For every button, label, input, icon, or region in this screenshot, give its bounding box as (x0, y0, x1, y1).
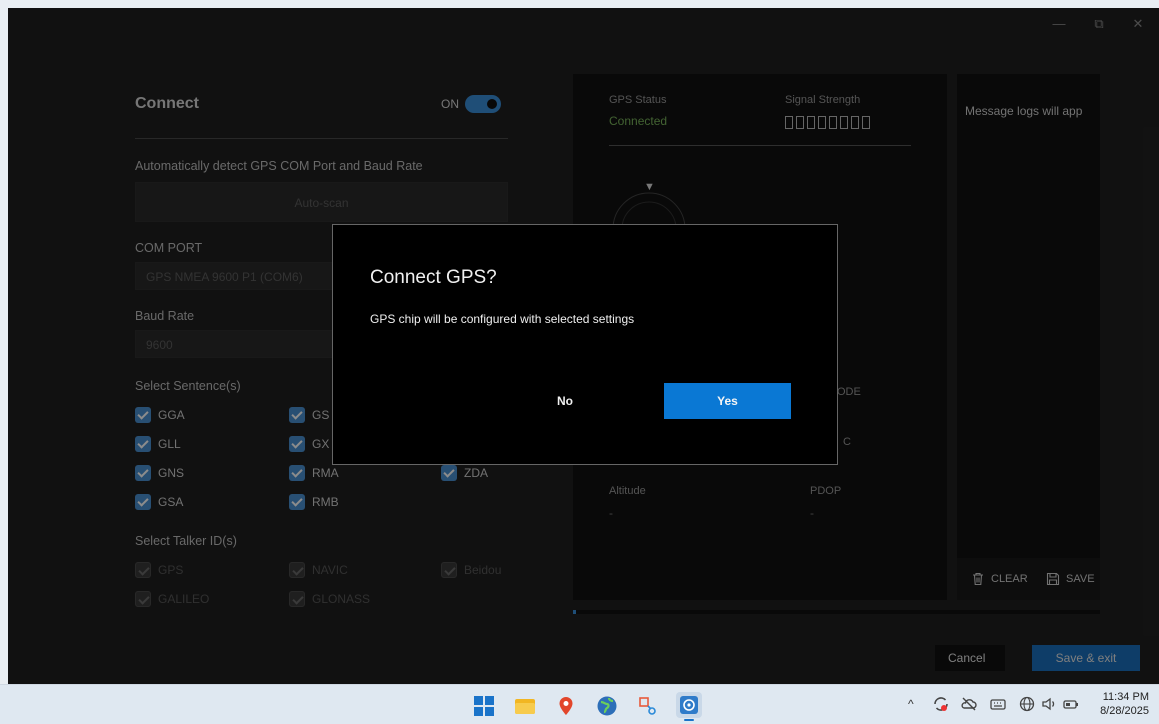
sync-icon[interactable] (932, 695, 950, 716)
keyboard-icon[interactable] (989, 695, 1007, 716)
file-explorer-icon[interactable] (514, 695, 536, 717)
globe-network-icon (1019, 696, 1035, 712)
folder-icon (515, 699, 535, 714)
speaker-icon (1042, 697, 1055, 711)
clock-date: 8/28/2025 (1100, 705, 1149, 717)
gps-app-icon (680, 696, 698, 714)
snipping-tool-icon[interactable] (637, 695, 659, 717)
screen: — ⧉ ✕ Connect ON Automatically detect GP… (0, 0, 1159, 724)
battery-icon[interactable] (1062, 695, 1080, 716)
globe-icon (597, 696, 617, 716)
yes-button[interactable]: Yes (664, 383, 791, 419)
dialog-message: GPS chip will be configured with selecte… (370, 312, 635, 326)
keyboard-glyph-icon (990, 699, 1006, 710)
maps-app-icon[interactable] (555, 695, 577, 717)
connect-gps-dialog: Connect GPS? GPS chip will be configured… (332, 224, 838, 465)
start-icon[interactable] (473, 695, 495, 717)
dialog-title: Connect GPS? (370, 267, 497, 288)
tray-chevron-icon[interactable]: ^ (908, 697, 914, 711)
location-pin-icon (559, 697, 573, 715)
globe-app-icon[interactable] (596, 695, 618, 717)
cloud-icon[interactable] (960, 695, 978, 716)
gps-app-taskbar-icon[interactable] (676, 692, 702, 721)
app-window: — ⧉ ✕ Connect ON Automatically detect GP… (8, 8, 1159, 684)
scissors-icon (639, 697, 656, 715)
taskbar: ^ 11:34 PM 8/28/2025 (0, 684, 1159, 724)
clock[interactable]: 11:34 PM 8/28/2025 (1100, 690, 1149, 718)
refresh-icon (934, 697, 948, 711)
active-indicator (684, 719, 694, 721)
clock-time: 11:34 PM (1102, 691, 1149, 703)
volume-icon[interactable] (1040, 695, 1058, 716)
network-icon[interactable] (1018, 695, 1036, 716)
no-button[interactable]: No (515, 383, 615, 419)
battery-glyph-icon (1063, 700, 1078, 709)
windows-logo-icon (474, 696, 494, 716)
cloud-off-icon (961, 697, 977, 711)
